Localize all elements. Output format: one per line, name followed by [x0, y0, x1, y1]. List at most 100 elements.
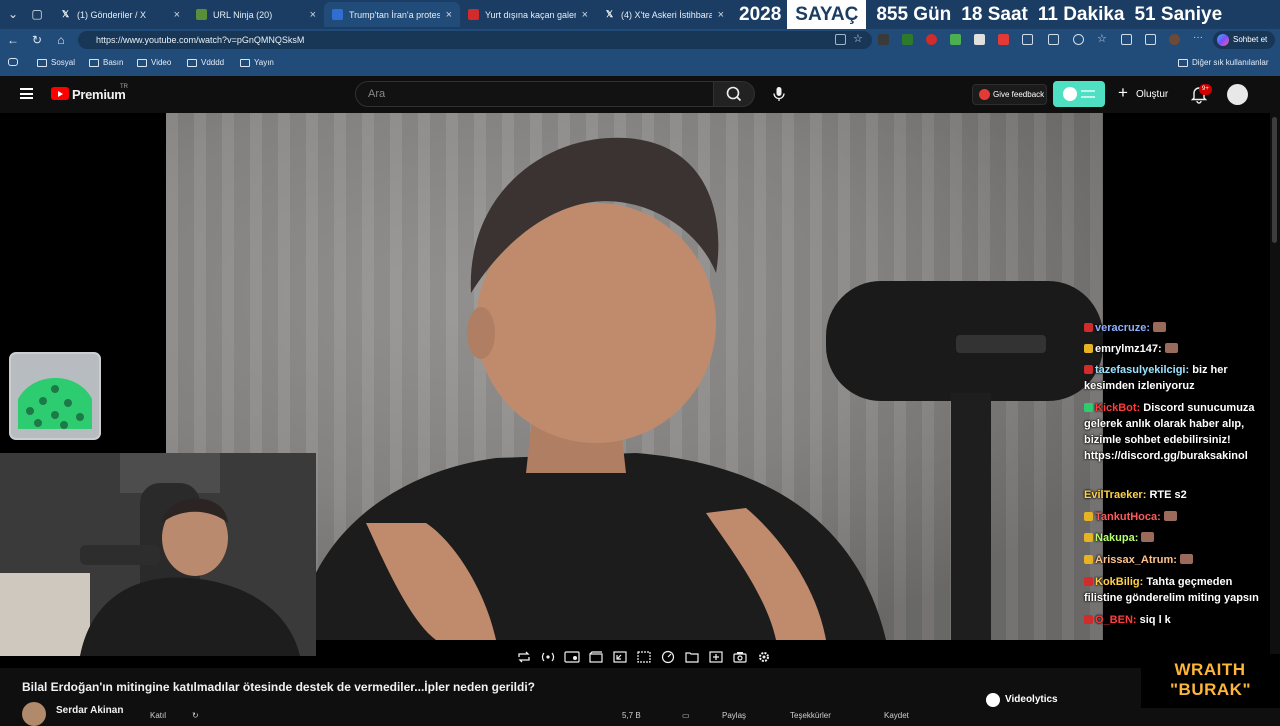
tab-actions-icon[interactable]: ⌄	[6, 7, 20, 21]
join-button[interactable]: Katıl	[150, 711, 166, 720]
folder-icon[interactable]	[683, 648, 701, 666]
bookmark-folder-video[interactable]: Video	[137, 58, 171, 67]
extension-icon[interactable]	[1121, 34, 1132, 45]
voice-search-button[interactable]	[766, 81, 792, 107]
preview-icon[interactable]	[563, 648, 581, 666]
page-scrollbar[interactable]	[1270, 113, 1280, 720]
loop-icon[interactable]	[515, 648, 533, 666]
bookmark-folder-vdddd[interactable]: Vdddd	[187, 58, 224, 67]
menu-icon[interactable]	[20, 88, 33, 99]
bookmark-folder-basin[interactable]: Basın	[89, 58, 123, 67]
chat-message: KickBot: Discord sunucumuza gelerek anlı…	[1084, 400, 1270, 464]
bookmark-folder-sosyal[interactable]: Sosyal	[37, 58, 75, 67]
tab-x-posts[interactable]: 𝕏 (1) Gönderiler / X ×	[52, 2, 188, 27]
other-bookmarks[interactable]: Diğer sık kullanılanlar	[1178, 58, 1268, 67]
lines-icon	[1081, 90, 1095, 98]
youtube-premium-brand[interactable]: Premium	[72, 87, 126, 102]
url-field[interactable]: https://www.youtube.com/watch?v=pGnQMNQS…	[78, 31, 872, 49]
extension-icon[interactable]	[950, 34, 961, 45]
like-count[interactable]: 5,7 B	[622, 711, 641, 720]
chat-text: RTE s2	[1149, 489, 1187, 501]
tab-trump-iran[interactable]: Trump'tan İran'a protestolar ×	[324, 2, 460, 27]
bookmark-folder-yayin[interactable]: Yayın	[240, 58, 274, 67]
counter-minutes: 11 Dakika	[1037, 3, 1125, 25]
clapper-icon[interactable]	[587, 648, 605, 666]
close-icon[interactable]: ×	[446, 9, 452, 21]
chat-message: TankutHoca:	[1084, 509, 1270, 525]
back-icon[interactable]: ←	[6, 33, 20, 47]
logo-line-1: WRAITH	[1174, 660, 1246, 679]
speed-icon[interactable]	[659, 648, 677, 666]
workspaces-icon[interactable]: ▢	[30, 7, 44, 21]
youtube-logo-icon[interactable]	[51, 87, 69, 100]
feedback-icon	[979, 89, 990, 100]
folder-icon	[1178, 58, 1188, 67]
emote-icon	[1153, 322, 1167, 332]
emote-icon	[1164, 343, 1178, 353]
share-button[interactable]: Paylaş	[722, 711, 746, 720]
extension-icon[interactable]	[926, 34, 937, 45]
folder-icon	[240, 58, 250, 67]
thanks-button[interactable]: Teşekkürler	[790, 711, 831, 720]
chat-badge-icon	[1084, 344, 1093, 353]
extension-icon[interactable]	[998, 34, 1009, 45]
search-button[interactable]	[713, 81, 755, 107]
folder-icon	[37, 58, 47, 67]
videolytics-icon	[986, 693, 1000, 707]
extension-icon[interactable]	[1145, 34, 1156, 45]
audio-wave-icon[interactable]	[539, 648, 557, 666]
tab-yurt-disina[interactable]: Yurt dışına kaçan galerici sa ×	[460, 2, 596, 27]
close-icon[interactable]: ×	[582, 9, 588, 21]
channel-name[interactable]: Serdar Akinan	[56, 705, 123, 716]
dislike-icon[interactable]: ▭	[682, 711, 690, 720]
countdown-banner: 2028 SAYAÇ 855 Gün 18 Saat 11 Dakika 51 …	[733, 0, 1280, 29]
collections-icon[interactable]: ☆	[1097, 34, 1108, 45]
screenshot-camera-icon[interactable]	[731, 648, 749, 666]
search-icon	[726, 86, 742, 102]
extension-toggle-button[interactable]	[1053, 81, 1105, 107]
videolytics-button[interactable]: Videolytics	[986, 693, 1058, 707]
chat-badge-icon	[1084, 365, 1093, 374]
share-loop-icon[interactable]: ↻	[192, 711, 199, 720]
tab-url-ninja[interactable]: URL Ninja (20) ×	[188, 2, 324, 27]
folder-icon	[89, 58, 99, 67]
chat-message: Arissax_Atrum:	[1084, 552, 1270, 568]
extension-icon[interactable]	[974, 34, 985, 45]
extension-icon[interactable]	[878, 34, 889, 45]
player-controls	[515, 648, 773, 666]
region-code: TR	[120, 84, 128, 90]
chat-username: veracruze:	[1095, 322, 1151, 334]
picture-in-picture-icon[interactable]	[611, 648, 629, 666]
copilot-button[interactable]: Sohbet et	[1213, 31, 1275, 49]
bookmarks-menu-icon[interactable]	[8, 58, 22, 66]
home-icon[interactable]: ⌂	[54, 33, 68, 47]
subtitles-icon[interactable]	[635, 648, 653, 666]
channel-avatar[interactable]	[22, 702, 46, 726]
extension-icon[interactable]	[902, 34, 913, 45]
profile-avatar-icon[interactable]	[1169, 34, 1180, 45]
save-button[interactable]: Kaydet	[884, 711, 909, 720]
favorite-star-icon[interactable]: ☆	[853, 34, 864, 45]
extension-icon[interactable]	[1073, 34, 1084, 45]
scrollbar-thumb[interactable]	[1272, 117, 1277, 243]
settings-gear-icon[interactable]	[755, 648, 773, 666]
account-avatar[interactable]	[1227, 84, 1248, 105]
sidebar-icon[interactable]	[1048, 34, 1059, 45]
notification-badge: 9+	[1199, 84, 1212, 95]
chat-username: Nakupa:	[1095, 532, 1139, 544]
chat-username: TankutHoca:	[1095, 511, 1161, 523]
chat-badge-icon	[1084, 555, 1093, 564]
search-input[interactable]	[355, 81, 714, 107]
more-options-icon[interactable]: ···	[1193, 33, 1204, 45]
close-icon[interactable]: ×	[310, 9, 316, 21]
reload-icon[interactable]: ↻	[30, 33, 44, 47]
create-button[interactable]: Oluştur	[1118, 82, 1168, 105]
tab-x-askeri[interactable]: 𝕏 (4) X'te Askeri İstihbaratm ×	[596, 2, 732, 27]
close-icon[interactable]: ×	[718, 9, 724, 21]
extensions-puzzle-icon[interactable]	[1022, 34, 1033, 45]
close-icon[interactable]: ×	[174, 9, 180, 21]
chat-username: Arissax_Atrum:	[1095, 554, 1177, 566]
add-to-queue-icon[interactable]	[707, 648, 725, 666]
split-screen-icon[interactable]	[835, 34, 846, 45]
give-feedback-button[interactable]: Give feedback	[972, 84, 1047, 105]
